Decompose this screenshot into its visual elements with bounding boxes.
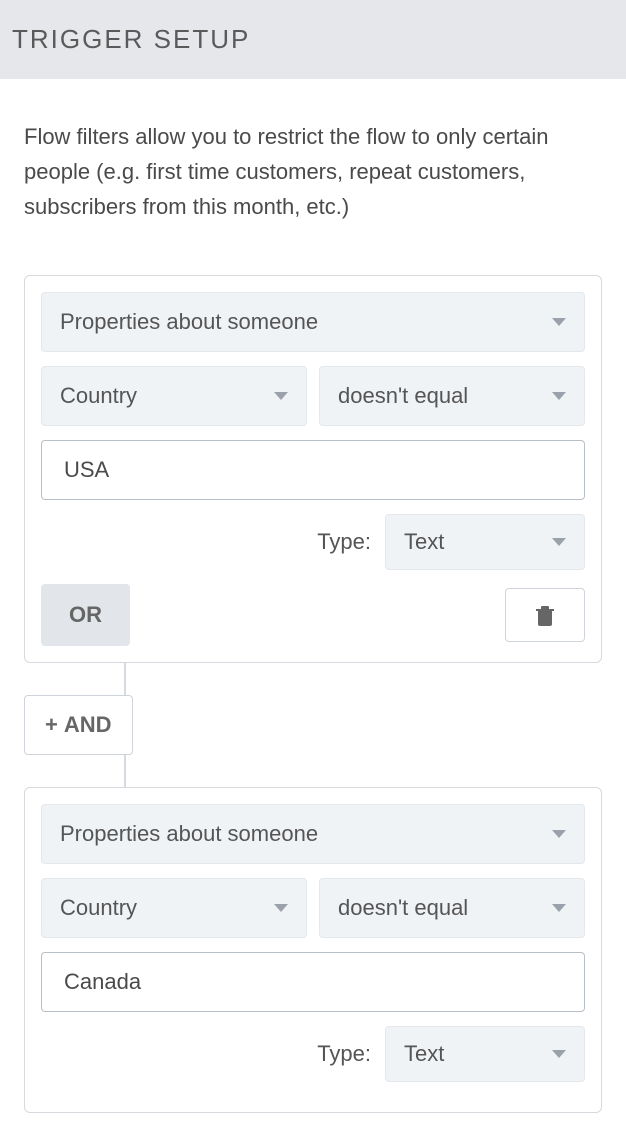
category-label: Properties about someone: [60, 309, 318, 335]
property-label: Country: [60, 895, 137, 921]
chevron-down-icon: [552, 830, 566, 838]
property-dropdown[interactable]: Country: [41, 878, 307, 938]
delete-button[interactable]: [505, 588, 585, 642]
header: TRIGGER SETUP: [0, 0, 626, 79]
operator-label: doesn't equal: [338, 895, 468, 921]
chevron-down-icon: [274, 904, 288, 912]
property-label: Country: [60, 383, 137, 409]
chevron-down-icon: [274, 392, 288, 400]
value-input[interactable]: [41, 440, 585, 500]
page-title: TRIGGER SETUP: [12, 24, 614, 55]
operator-dropdown[interactable]: doesn't equal: [319, 366, 585, 426]
chevron-down-icon: [552, 538, 566, 546]
connector-line: [124, 755, 126, 787]
and-label: AND: [64, 712, 112, 738]
property-dropdown[interactable]: Country: [41, 366, 307, 426]
type-value: Text: [404, 1041, 444, 1067]
chevron-down-icon: [552, 318, 566, 326]
operator-label: doesn't equal: [338, 383, 468, 409]
value-input[interactable]: [41, 952, 585, 1012]
type-dropdown[interactable]: Text: [385, 514, 585, 570]
type-value: Text: [404, 529, 444, 555]
category-label: Properties about someone: [60, 821, 318, 847]
or-button[interactable]: OR: [41, 584, 130, 646]
description-text: Flow filters allow you to restrict the f…: [24, 119, 602, 225]
operator-dropdown[interactable]: doesn't equal: [319, 878, 585, 938]
category-dropdown[interactable]: Properties about someone: [41, 292, 585, 352]
trash-icon: [534, 603, 556, 627]
chevron-down-icon: [552, 904, 566, 912]
filter-card: Properties about someone Country doesn't…: [24, 275, 602, 663]
chevron-down-icon: [552, 1050, 566, 1058]
type-dropdown[interactable]: Text: [385, 1026, 585, 1082]
plus-icon: +: [45, 712, 58, 738]
and-button[interactable]: + AND: [24, 695, 133, 755]
connector: + AND: [24, 663, 602, 787]
type-label: Type:: [317, 1041, 371, 1067]
chevron-down-icon: [552, 392, 566, 400]
filter-card: Properties about someone Country doesn't…: [24, 787, 602, 1113]
category-dropdown[interactable]: Properties about someone: [41, 804, 585, 864]
content: Flow filters allow you to restrict the f…: [0, 79, 626, 1113]
type-label: Type:: [317, 529, 371, 555]
